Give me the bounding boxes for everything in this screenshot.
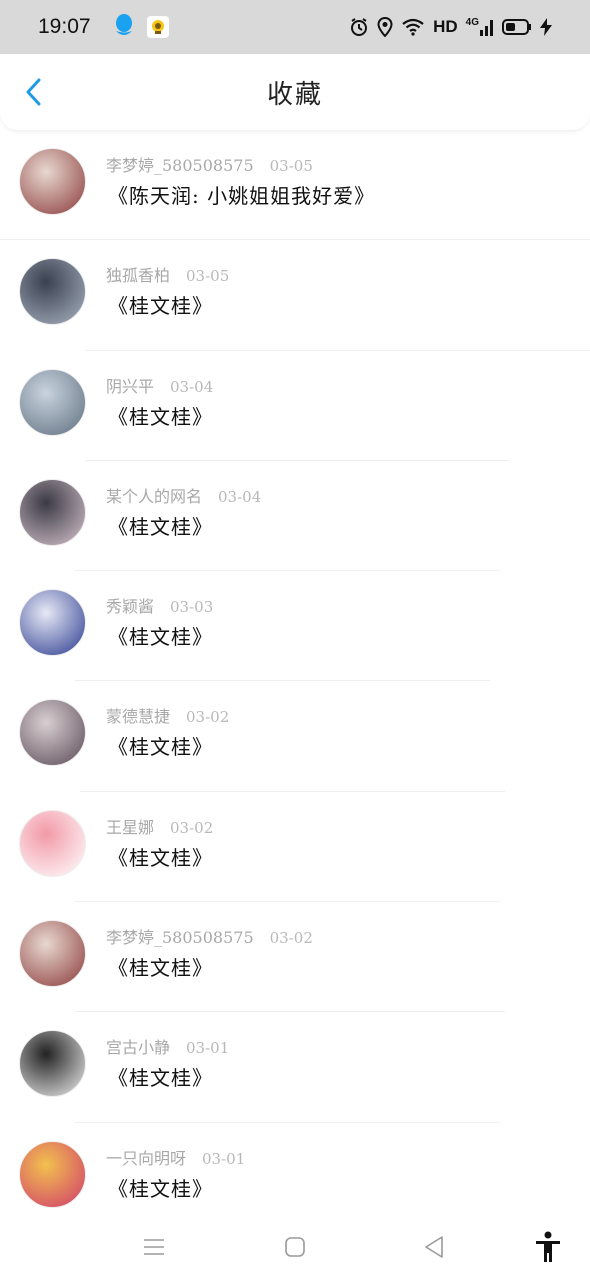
- item-title[interactable]: 《桂文桂》: [108, 842, 213, 871]
- item-meta: 李梦婷_580508575 03-05: [106, 152, 313, 176]
- item-author: 蒙德慧捷: [106, 707, 171, 727]
- avatar[interactable]: [19, 148, 86, 215]
- item-date: 03-02: [186, 708, 230, 727]
- item-meta: 王星娜 03-02: [106, 814, 213, 838]
- item-meta: 宫古小静 03-01: [106, 1034, 229, 1058]
- list-item[interactable]: 独孤香柏 03-05 《桂文桂》: [0, 240, 590, 351]
- signal-icon: 4G: [466, 18, 494, 36]
- battery-icon: [502, 19, 532, 35]
- notification-icons: [113, 13, 169, 41]
- system-nav-bar: [0, 1215, 590, 1280]
- item-author: 一只向明呀: [106, 1148, 187, 1168]
- menu-button[interactable]: [136, 1231, 172, 1263]
- item-title[interactable]: 《桂文桂》: [108, 290, 213, 319]
- item-meta: 阴兴平 03-04: [106, 373, 213, 397]
- item-author: 宫古小静: [106, 1038, 171, 1058]
- list-item[interactable]: 蒙德慧捷 03-02 《桂文桂》: [0, 681, 590, 792]
- item-title[interactable]: 《桂文桂》: [108, 1173, 213, 1202]
- item-date: 03-01: [186, 1039, 230, 1058]
- status-bar: 19:07 HD 4G: [0, 0, 590, 54]
- status-time: 19:07: [38, 15, 91, 38]
- back-button[interactable]: [18, 76, 50, 108]
- app-badge-icon: [146, 16, 169, 38]
- item-author: 独孤香柏: [106, 266, 171, 286]
- item-author: 李梦婷_580508575: [106, 928, 254, 948]
- item-author: 李梦婷_580508575: [106, 156, 254, 175]
- item-title[interactable]: 《桂文桂》: [108, 731, 213, 760]
- item-date: 03-04: [170, 377, 214, 396]
- avatar[interactable]: [19, 920, 86, 988]
- item-date: 03-02: [170, 818, 214, 837]
- chevron-left-icon: [26, 78, 41, 106]
- avatar[interactable]: [19, 699, 86, 767]
- item-date: 03-03: [170, 598, 214, 617]
- item-author: 阴兴平: [106, 376, 155, 396]
- item-meta: 某个人的网名 03-04: [106, 483, 261, 507]
- avatar[interactable]: [19, 1030, 86, 1098]
- list-item[interactable]: 宫古小静 03-01 《桂文桂》: [0, 1012, 590, 1123]
- item-author: 某个人的网名: [106, 486, 203, 506]
- list-item[interactable]: 阴兴平 03-04 《桂文桂》: [0, 351, 590, 461]
- item-meta: 一只向明呀 03-01: [106, 1145, 245, 1169]
- page-title: 收藏: [266, 79, 323, 110]
- avatar[interactable]: [19, 809, 86, 877]
- home-button[interactable]: [277, 1231, 313, 1263]
- wifi-icon: [401, 18, 425, 36]
- item-date: 03-05: [186, 267, 230, 286]
- favorites-list: 李梦婷_580508575 03-05 《陈天润: 小姚姐姐我好爱》独孤香柏 03-0…: [0, 130, 590, 1233]
- list-item[interactable]: 王星娜 03-02 《桂文桂》: [0, 792, 590, 903]
- qq-icon: [113, 13, 135, 41]
- item-title[interactable]: 《桂文桂》: [108, 511, 213, 540]
- avatar[interactable]: [19, 1140, 86, 1208]
- item-title[interactable]: 《桂文桂》: [108, 1062, 213, 1091]
- accessibility-button[interactable]: [530, 1231, 566, 1263]
- charging-icon: [540, 18, 552, 36]
- accessibility-icon: [536, 1231, 560, 1262]
- item-date: 03-04: [218, 487, 262, 506]
- menu-icon: [144, 1239, 164, 1255]
- item-author: 秀颖酱: [106, 597, 155, 617]
- item-meta: 独孤香柏 03-05: [106, 262, 229, 286]
- header: 收藏: [0, 54, 590, 130]
- item-date: 03-05: [269, 157, 313, 175]
- avatar[interactable]: [19, 589, 86, 657]
- item-title[interactable]: 《桂文桂》: [108, 621, 213, 650]
- network-label: 4G: [465, 17, 479, 28]
- location-icon: [377, 17, 393, 37]
- item-meta: 秀颖酱 03-03: [106, 593, 213, 617]
- alarm-icon: [349, 17, 369, 37]
- avatar[interactable]: [19, 478, 86, 546]
- item-title[interactable]: 《陈天润: 小姚姐姐我好爱》: [108, 180, 375, 209]
- list-item[interactable]: 李梦婷_580508575 03-05 《陈天润: 小姚姐姐我好爱》: [0, 130, 590, 241]
- back-nav-button[interactable]: [416, 1231, 452, 1263]
- item-meta: 蒙德慧捷 03-02: [106, 703, 229, 727]
- back-triangle-icon: [425, 1236, 443, 1258]
- avatar[interactable]: [19, 258, 86, 326]
- item-meta: 李梦婷_580508575 03-02: [106, 924, 313, 948]
- hd-label: HD: [433, 17, 458, 36]
- item-date: 03-02: [269, 929, 313, 948]
- system-icons: HD 4G: [349, 17, 552, 37]
- item-author: 王星娜: [106, 817, 155, 837]
- list-item[interactable]: 秀颖酱 03-03 《桂文桂》: [0, 571, 590, 682]
- item-date: 03-01: [202, 1149, 246, 1168]
- home-square-icon: [285, 1237, 305, 1257]
- avatar[interactable]: [19, 368, 86, 436]
- list-item[interactable]: 某个人的网名 03-04 《桂文桂》: [0, 461, 590, 572]
- item-title[interactable]: 《桂文桂》: [108, 952, 213, 981]
- list-item[interactable]: 李梦婷_580508575 03-02 《桂文桂》: [0, 902, 590, 1013]
- item-title[interactable]: 《桂文桂》: [108, 401, 213, 430]
